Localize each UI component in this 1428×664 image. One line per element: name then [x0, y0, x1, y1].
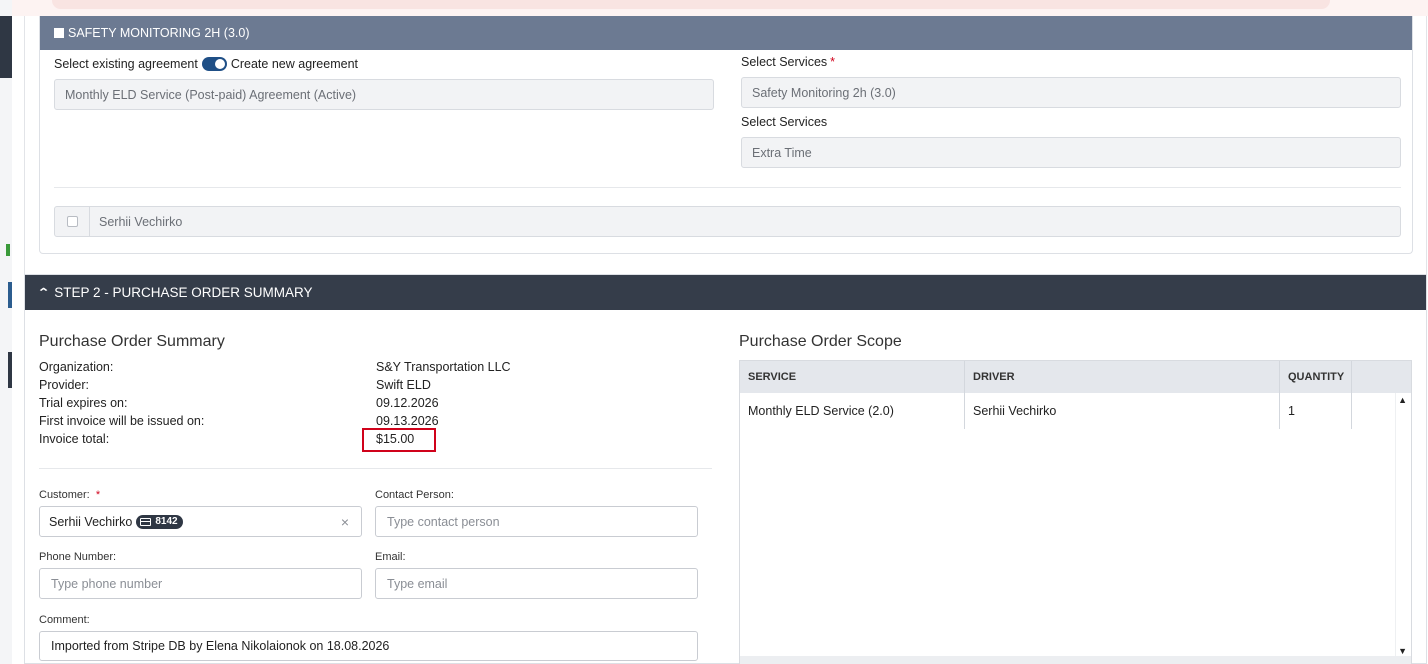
summary-row: Organization: S&Y Transportation LLC	[39, 360, 559, 378]
customer-label: Customer: *	[39, 489, 100, 501]
contact-person-input[interactable]	[375, 506, 698, 537]
square-icon	[54, 28, 64, 38]
purchase-order-modal: SAFETY MONITORING 2H (3.0) Select existi…	[12, 16, 1428, 664]
service-select-extra[interactable]: Extra Time	[741, 137, 1401, 168]
customer-value: Serhii Vechirko	[49, 514, 133, 529]
divider	[39, 468, 712, 469]
driver-checkbox-cell	[55, 207, 90, 236]
background-nav	[0, 16, 12, 78]
agreement-mode-toggle[interactable]	[201, 57, 227, 71]
service-value-primary: Safety Monitoring 2h (3.0)	[752, 85, 896, 100]
step2-title: STEP 2 - PURCHASE ORDER SUMMARY	[54, 285, 313, 300]
phone-input[interactable]	[39, 568, 362, 599]
summary-title: Purchase Order Summary	[39, 333, 225, 350]
summary-row: Trial expires on: 09.12.2026	[39, 396, 559, 414]
comment-label: Comment:	[39, 614, 90, 626]
scroll-down-icon[interactable]: ▼	[1398, 646, 1407, 656]
scroll-up-icon[interactable]: ▲	[1398, 395, 1407, 405]
service-value-extra: Extra Time	[752, 145, 812, 160]
summary-list: Organization: S&Y Transportation LLC Pro…	[39, 360, 559, 450]
scope-table-header: SERVICE DRIVER QUANTITY	[740, 361, 1411, 393]
scope-table: SERVICE DRIVER QUANTITY Monthly ELD Serv…	[739, 360, 1412, 664]
agreement-select[interactable]: Monthly ELD Service (Post-paid) Agreemen…	[54, 79, 714, 110]
top-notice-bar	[12, 0, 1428, 16]
select-services-label-1: Select Services *	[741, 55, 835, 69]
clear-icon[interactable]: ×	[341, 514, 349, 530]
summary-row: Provider: Swift ELD	[39, 378, 559, 396]
step2-header[interactable]: ⌃ STEP 2 - PURCHASE ORDER SUMMARY	[25, 275, 1426, 310]
summary-value: S&Y Transportation LLC	[376, 360, 511, 374]
agreement-mode-switch: Select existing agreement Create new agr…	[54, 57, 358, 71]
background-indicator	[6, 244, 10, 256]
select-services-text: Select Services	[741, 115, 828, 129]
summary-value: 09.12.2026	[376, 396, 439, 410]
driver-name: Serhii Vechirko	[99, 214, 183, 229]
customer-label-text: Customer:	[39, 489, 90, 501]
background-app	[0, 0, 12, 664]
scope-title: Purchase Order Scope	[739, 333, 902, 350]
agreement-value: Monthly ELD Service (Post-paid) Agreemen…	[65, 87, 357, 102]
divider	[54, 187, 1401, 188]
summary-value: Swift ELD	[376, 378, 431, 392]
phone-label: Phone Number:	[39, 551, 117, 563]
cell-quantity: 1	[1280, 393, 1352, 429]
summary-row: Invoice total: $15.00	[39, 432, 559, 450]
agreement-card: SAFETY MONITORING 2H (3.0) Select existi…	[39, 16, 1413, 254]
cell-service: Monthly ELD Service (2.0)	[740, 393, 965, 429]
required-mark: *	[95, 489, 101, 501]
chevron-up-icon: ⌃	[37, 287, 51, 299]
email-label: Email:	[375, 551, 406, 563]
cell-driver: Serhii Vechirko	[965, 393, 1280, 429]
step1-section: SAFETY MONITORING 2H (3.0) Select existi…	[24, 16, 1427, 286]
customer-select[interactable]: Serhii Vechirko 8142 ×	[39, 506, 362, 537]
customer-id-badge: 8142	[136, 514, 183, 529]
select-existing-label: Select existing agreement	[54, 57, 198, 71]
create-new-label: Create new agreement	[230, 57, 358, 71]
required-mark: *	[830, 55, 836, 69]
horizontal-scrollbar[interactable]	[740, 656, 1411, 664]
email-input[interactable]	[375, 568, 698, 599]
driver-row: Serhii Vechirko	[54, 206, 1401, 237]
service-select-primary[interactable]: Safety Monitoring 2h (3.0)	[741, 77, 1401, 108]
comment-input[interactable]	[39, 631, 698, 661]
vertical-scrollbar[interactable]	[1395, 393, 1411, 664]
credit-card-icon	[140, 517, 152, 526]
summary-key: Invoice total:	[39, 432, 110, 446]
invoice-total-highlight	[362, 428, 436, 452]
agreement-title: SAFETY MONITORING 2H (3.0)	[68, 26, 250, 40]
summary-key: Trial expires on:	[39, 396, 128, 410]
driver-checkbox[interactable]	[66, 216, 78, 227]
summary-row: First invoice will be issued on: 09.13.2…	[39, 414, 559, 432]
select-services-label-2: Select Services	[741, 115, 827, 129]
customer-id: 8142	[155, 516, 178, 527]
select-services-text: Select Services	[741, 55, 828, 69]
column-header-quantity[interactable]: QUANTITY	[1280, 361, 1352, 393]
notice-pill	[52, 0, 1330, 9]
column-header-service[interactable]: SERVICE	[740, 361, 965, 393]
step2-section: ⌃ STEP 2 - PURCHASE ORDER SUMMARY Purcha…	[24, 274, 1427, 664]
summary-key: First invoice will be issued on:	[39, 414, 205, 428]
contact-label: Contact Person:	[375, 489, 454, 501]
agreement-header: SAFETY MONITORING 2H (3.0)	[40, 16, 1412, 50]
summary-key: Organization:	[39, 360, 114, 374]
table-row[interactable]: Monthly ELD Service (2.0) Serhii Vechirk…	[740, 393, 1411, 429]
column-header-driver[interactable]: DRIVER	[965, 361, 1280, 393]
summary-key: Provider:	[39, 378, 90, 392]
